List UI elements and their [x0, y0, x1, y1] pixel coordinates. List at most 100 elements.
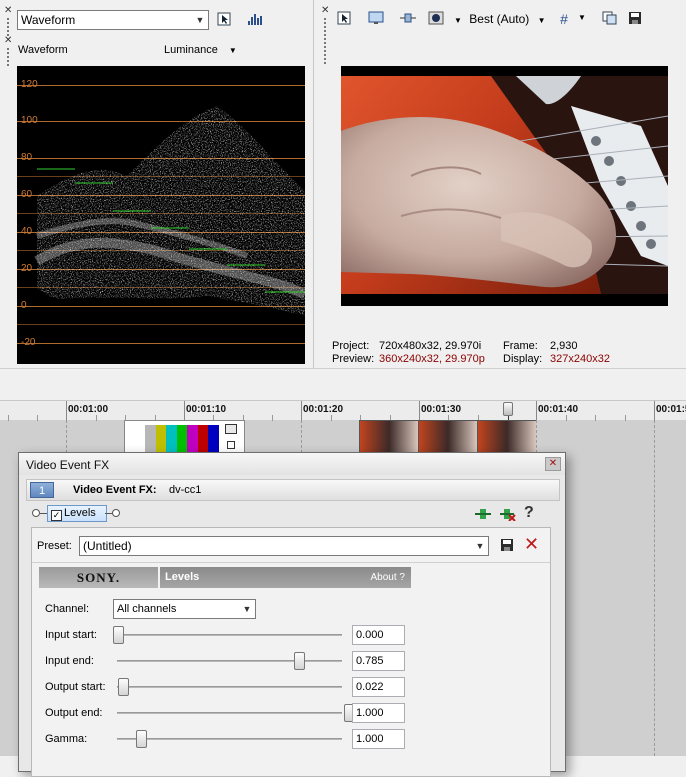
chain-start-connector [32, 509, 40, 517]
param-label: Output start: [45, 681, 106, 693]
fx-number-badge[interactable]: 1 [30, 482, 54, 498]
split-screen-icon[interactable] [399, 10, 417, 28]
video-frame-image [341, 66, 668, 306]
chain-item-label: Levels [64, 507, 96, 519]
dialog-titlebar[interactable]: Video Event FX ✕ [19, 453, 565, 475]
timeline-tick-label: 00:01:00 [68, 404, 109, 415]
scope-mode-select[interactable]: Luminance ▼ [164, 44, 237, 56]
chevron-down-icon: ▼ [454, 16, 462, 25]
frame-label: Frame: [503, 340, 538, 352]
histogram-icon[interactable] [246, 11, 264, 29]
preview-quality-value: Best (Auto) [469, 12, 530, 26]
sony-logo: SONY. [39, 567, 158, 588]
slider-track[interactable] [117, 738, 342, 740]
param-label: Input start: [45, 629, 97, 641]
input-end-value[interactable]: 0.785 [352, 651, 405, 671]
panel-divider[interactable] [0, 368, 686, 400]
output-start-value[interactable]: 0.022 [352, 677, 405, 697]
timeline-tick-label: 00:01:20 [303, 404, 344, 415]
display-value: 327x240x32 [550, 353, 610, 365]
about-link[interactable]: About ? [371, 572, 405, 583]
scope-select-value: Waveform [21, 13, 76, 27]
project-label: Project: [332, 340, 370, 352]
chevron-down-icon: ▼ [475, 541, 485, 551]
separator [32, 562, 550, 563]
waveform-panel: ✕ ✕ Waveform ▼ Waveform Luminance ▼ 120 … [0, 0, 314, 368]
project-value: 720x480x32, 29.970i [379, 340, 482, 352]
timeline-tick-label: 00:01:50 [656, 404, 686, 415]
timeline-tick-label: 00:01:40 [538, 404, 579, 415]
gamma-value[interactable]: 1.000 [352, 729, 405, 749]
film-icon [225, 424, 237, 434]
timeline-tick-label: 00:01:10 [186, 404, 227, 415]
chevron-down-icon: ▼ [195, 15, 205, 25]
chevron-down-icon[interactable]: ▼ [578, 13, 586, 22]
scope-select[interactable]: Waveform ▼ [17, 10, 209, 30]
plugin-chain-add-icon[interactable] [475, 507, 491, 524]
plugin-chain-remove-icon[interactable] [500, 507, 516, 524]
param-label: Input end: [45, 655, 94, 667]
monitor-icon[interactable] [367, 10, 385, 28]
dialog-title: Video Event FX [26, 458, 110, 472]
slider-track[interactable] [117, 686, 342, 688]
slider-track[interactable] [117, 634, 342, 636]
input-end-slider[interactable] [294, 652, 306, 670]
scope-mode-value: Luminance [164, 44, 218, 56]
waveform-trace [34, 106, 305, 316]
output-start-slider[interactable] [118, 678, 130, 696]
scope-title: Waveform [18, 44, 68, 56]
chevron-down-icon: ▼ [242, 604, 252, 614]
fx-header-row: 1 Video Event FX: dv-cc1 [26, 479, 560, 501]
timeline-ruler[interactable]: 00:01:00 00:01:10 00:01:20 00:01:30 00:0… [0, 400, 686, 421]
dialog-close-button[interactable]: ✕ [545, 457, 561, 471]
cursor-tool-icon-2[interactable] [335, 10, 353, 28]
copy-snapshot-icon[interactable] [601, 10, 619, 28]
channel-label: Channel: [45, 603, 90, 615]
save-snapshot-icon[interactable] [626, 10, 644, 28]
param-label: Gamma: [45, 733, 88, 745]
channel-select[interactable]: All channels ▼ [113, 599, 256, 619]
preset-select[interactable]: (Untitled) ▼ [79, 536, 489, 556]
slider-track[interactable] [117, 660, 342, 662]
plugin-name: Levels [165, 571, 200, 583]
timeline-clip-video[interactable] [359, 420, 536, 456]
chain-item-levels[interactable]: ✓ Levels [47, 505, 107, 522]
plugin-header: Levels About ? [160, 567, 411, 588]
fx-header-label: Video Event FX: [73, 484, 157, 496]
slider-track[interactable] [117, 712, 342, 714]
param-label: Output end: [45, 707, 103, 719]
input-start-slider[interactable] [113, 626, 124, 644]
preview-label: Preview: [332, 353, 375, 365]
panel-gripper-2[interactable] [5, 46, 11, 68]
overlay-icon[interactable] [427, 10, 445, 28]
cursor-tool-icon[interactable] [215, 11, 233, 29]
preset-label: Preset: [37, 540, 72, 552]
chevron-down-icon: ▼ [537, 16, 546, 25]
timeline-tick-label: 00:01:30 [421, 404, 462, 415]
preview-quality-select[interactable]: ▼ Best (Auto) ▼ [454, 12, 546, 26]
fx-header-target: dv-cc1 [169, 484, 202, 496]
panel-gripper-3[interactable] [322, 16, 328, 66]
video-preview [341, 66, 668, 306]
preview-value: 360x240x32, 29.970p [379, 353, 485, 365]
playhead-handle[interactable] [503, 402, 513, 416]
panel-close-icon-2[interactable]: ✕ [4, 36, 12, 46]
chain-enable-checkbox[interactable]: ✓ [51, 510, 62, 521]
gamma-slider[interactable] [136, 730, 148, 748]
video-event-fx-dialog: Video Event FX ✕ 1 Video Event FX: dv-cc… [18, 452, 566, 777]
crop-icon [227, 441, 235, 449]
frame-value: 2,930 [550, 340, 578, 352]
input-start-value[interactable]: 0.000 [352, 625, 405, 645]
panel-close-icon-3[interactable]: ✕ [321, 6, 329, 16]
help-icon[interactable]: ? [524, 504, 534, 522]
chevron-down-icon: ▼ [228, 46, 237, 55]
display-label: Display: [503, 353, 543, 365]
save-preset-icon[interactable] [500, 538, 514, 555]
channel-value: All channels [117, 603, 177, 615]
waveform-scope: 120 100 80 60 40 20 0 -20 [17, 66, 305, 364]
output-end-value[interactable]: 1.000 [352, 703, 405, 723]
grid-icon[interactable]: # [555, 10, 573, 28]
delete-preset-icon[interactable]: ✕ [524, 534, 539, 555]
panel-close-icon[interactable]: ✕ [4, 6, 12, 16]
chain-end-connector [112, 509, 120, 517]
